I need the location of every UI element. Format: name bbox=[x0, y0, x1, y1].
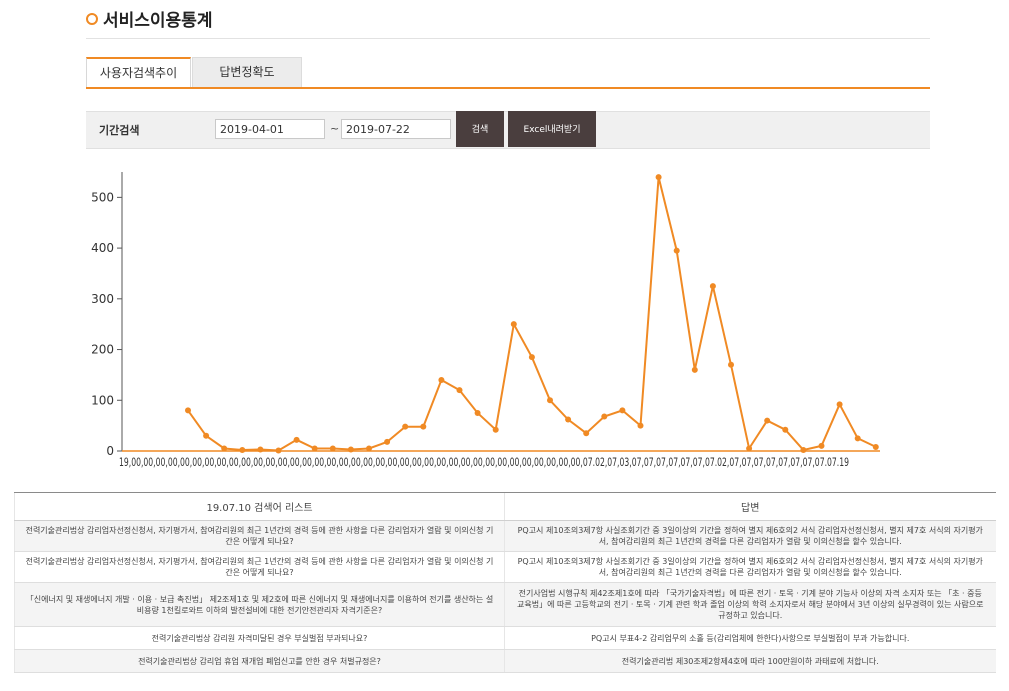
tab-answer-accuracy[interactable]: 답변정확도 bbox=[192, 57, 302, 87]
question-cell: 전력기술관리법상 감리원 자격미달된 경우 부실벌점 부과되나요? bbox=[14, 626, 505, 650]
table-row[interactable]: 전력기술관리법상 감리업자선정신청서, 자기평가서, 참여감리원의 최근 1년간… bbox=[14, 551, 996, 583]
title-bullet-icon bbox=[86, 12, 98, 25]
x-tick-labels: 19,00,00,00,00,00,00,00,00,00,00,00,00,0… bbox=[119, 455, 849, 469]
series-line bbox=[187, 176, 877, 452]
table-row[interactable]: 「신에너지 및 재생에너지 개발 · 이용 · 보급 촉진법」 제2조제1호 및… bbox=[14, 582, 996, 627]
tab-user-search-trend[interactable]: 사용자검색추이 bbox=[86, 57, 191, 87]
data-point bbox=[746, 445, 753, 452]
data-point bbox=[311, 445, 318, 452]
data-point bbox=[836, 401, 843, 408]
search-term-table: 19.07.10 검색어 리스트 답변 전력기술관리법상 감리업자선정신청서, … bbox=[14, 492, 996, 673]
data-point bbox=[402, 423, 409, 430]
question-cell: 전력기술관리법상 감리업자선정신청서, 자기평가서, 참여감리원의 최근 1년간… bbox=[14, 551, 505, 583]
page-title-text: 서비스이용통계 bbox=[103, 11, 213, 31]
data-point bbox=[547, 397, 553, 404]
answer-cell: 전기사업법 시행규칙 제42조제1호에 따라 「국가기술자격법」에 따른 전기 … bbox=[504, 582, 996, 627]
data-point bbox=[800, 446, 807, 453]
data-point bbox=[420, 423, 427, 430]
end-date-input[interactable] bbox=[341, 119, 451, 139]
series-points bbox=[185, 174, 879, 454]
data-point bbox=[601, 413, 608, 420]
start-date-input[interactable] bbox=[215, 119, 325, 139]
title-divider bbox=[86, 38, 930, 39]
data-point bbox=[655, 174, 662, 181]
data-point bbox=[347, 446, 354, 453]
table-row[interactable]: 전력기술관리법상 감리업 휴업 재개업 폐업신고를 안한 경우 처벌규정은? 전… bbox=[14, 649, 996, 673]
excel-download-button[interactable]: Excel내려받기 bbox=[508, 111, 596, 147]
y-tick-label: 300 bbox=[91, 292, 114, 306]
y-tick-label: 500 bbox=[91, 190, 114, 204]
y-tick-label: 400 bbox=[91, 241, 114, 255]
page-title: 서비스이용통계 bbox=[86, 6, 212, 31]
question-cell: 전력기술관리법상 감리업자선정신청서, 자기평가서, 참여감리원의 최근 1년간… bbox=[14, 520, 505, 552]
data-point bbox=[329, 445, 336, 452]
answer-cell: 전력기술관리법 제30조제2항제4호에 따라 100만원이하 과태료에 처합니다… bbox=[504, 649, 996, 673]
search-button[interactable]: 검색 bbox=[456, 111, 504, 147]
tab-bar: 사용자검색추이 답변정확도 bbox=[86, 57, 930, 89]
column-header-search-terms: 19.07.10 검색어 리스트 bbox=[14, 492, 505, 521]
data-point bbox=[583, 430, 590, 437]
table-row[interactable]: 전력기술관리법상 감리업자선정신청서, 자기평가서, 참여감리원의 최근 1년간… bbox=[14, 520, 996, 552]
data-point bbox=[528, 354, 535, 361]
data-point bbox=[384, 438, 391, 445]
period-search-label: 기간검색 bbox=[99, 124, 140, 137]
data-point bbox=[275, 447, 282, 454]
search-bar: 기간검색 ~ 검색 Excel내려받기 bbox=[86, 111, 930, 149]
data-point bbox=[203, 432, 210, 439]
tab-label: 답변정확도 bbox=[219, 65, 275, 79]
data-point bbox=[239, 446, 246, 453]
question-cell: 「신에너지 및 재생에너지 개발 · 이용 · 보급 촉진법」 제2조제1호 및… bbox=[14, 582, 505, 627]
data-point bbox=[764, 417, 771, 424]
data-point bbox=[510, 321, 517, 328]
y-axis: 0 100 200 300 400 500 bbox=[91, 172, 123, 458]
table-row[interactable]: 전력기술관리법상 감리원 자격미달된 경우 부실벌점 부과되나요? PQ고시 부… bbox=[14, 626, 996, 650]
answer-cell: PQ고시 제10조의3제7항 사실조회기간 중 3일이상의 기간을 정하여 별지… bbox=[504, 551, 996, 583]
y-tick-label: 0 bbox=[106, 444, 114, 458]
data-point bbox=[673, 247, 680, 254]
data-point bbox=[728, 361, 734, 368]
tab-label: 사용자검색추이 bbox=[99, 66, 178, 80]
data-point bbox=[474, 409, 481, 416]
data-point bbox=[818, 442, 825, 449]
data-point bbox=[565, 416, 572, 423]
data-point bbox=[366, 445, 372, 452]
date-separator: ~ bbox=[330, 122, 340, 135]
data-point bbox=[709, 283, 716, 290]
data-point bbox=[492, 426, 499, 433]
data-point bbox=[293, 436, 300, 443]
data-point bbox=[691, 366, 698, 373]
data-point bbox=[637, 422, 644, 429]
data-point bbox=[872, 443, 879, 450]
data-point bbox=[854, 435, 861, 442]
column-header-answer: 답변 bbox=[504, 492, 996, 521]
data-point bbox=[619, 407, 626, 414]
y-tick-label: 100 bbox=[91, 393, 114, 407]
answer-cell: PQ고시 제10조의3제7항 사실조회기간 중 3일이상의 기간을 정하여 별지… bbox=[504, 520, 996, 552]
answer-cell: PQ고시 부표4-2 감리업무의 소홀 등(감리업체에 한한다)사항으로 부실벌… bbox=[504, 626, 996, 650]
data-point bbox=[185, 407, 191, 414]
y-tick-label: 200 bbox=[91, 343, 114, 357]
search-trend-chart: 0 100 200 300 400 500 19,00,00,00,00,00,00,00… bbox=[91, 172, 880, 469]
data-point bbox=[438, 376, 445, 383]
data-point bbox=[257, 446, 264, 453]
question-cell: 전력기술관리법상 감리업 휴업 재개업 폐업신고를 안한 경우 처벌규정은? bbox=[14, 649, 505, 673]
data-point bbox=[782, 426, 789, 433]
data-point bbox=[456, 387, 463, 394]
table-header-row: 19.07.10 검색어 리스트 답변 bbox=[14, 492, 996, 521]
data-point bbox=[221, 445, 228, 452]
